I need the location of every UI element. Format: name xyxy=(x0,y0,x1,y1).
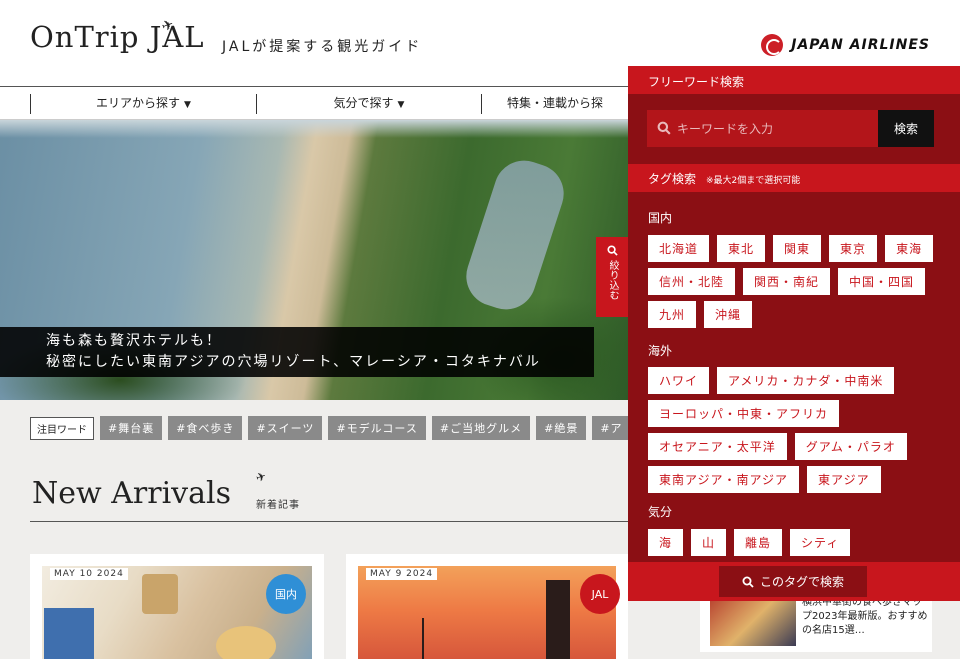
tag-chip[interactable]: 沖縄 xyxy=(704,301,753,328)
search-icon xyxy=(657,121,671,135)
panel-footer: このタグで検索 xyxy=(628,562,960,601)
tag-chip[interactable]: シティ xyxy=(790,529,851,556)
attention-tag[interactable]: #絶景 xyxy=(536,416,587,440)
lighthouse xyxy=(546,580,570,659)
product-bowl xyxy=(216,626,276,659)
hero-sky xyxy=(0,120,628,138)
nav-item-label: 特集・連載から探 xyxy=(506,96,603,110)
tag-chip[interactable]: ハワイ xyxy=(648,367,710,394)
new-arrivals-title: New Arrivals xyxy=(32,476,231,511)
hero-river xyxy=(458,152,572,318)
nav-item-feature[interactable]: 特集・連載から探 xyxy=(481,94,628,114)
tag-chip[interactable]: 離島 xyxy=(734,529,783,556)
freeword-search-row: 検索 xyxy=(647,110,934,147)
category-badge: 国内 xyxy=(266,574,306,614)
filter-side-tab-label: 絞り込む xyxy=(607,260,618,300)
tag-chip[interactable]: 東北 xyxy=(717,235,766,262)
freeword-title: フリーワード検索 xyxy=(628,66,960,94)
group-label-overseas: 海外 xyxy=(648,344,673,358)
tag-chip[interactable]: グアム・パラオ xyxy=(794,433,907,460)
tag-search-note: ※最大2個まで選択可能 xyxy=(706,176,801,186)
attention-tag[interactable]: #スイーツ xyxy=(248,416,323,440)
news-thumbnail xyxy=(710,596,796,646)
hero-caption[interactable]: 海も森も贅沢ホテルも！ 秘密にしたい東南アジアの穴場リゾート、マレーシア・コタキ… xyxy=(0,327,594,377)
tag-chip[interactable]: 東京 xyxy=(829,235,878,262)
search-button[interactable]: 検索 xyxy=(878,110,934,147)
tag-chip[interactable]: 東南アジア・南アジア xyxy=(648,466,800,493)
tag-search-submit-label: このタグで検索 xyxy=(759,575,844,589)
article-card[interactable]: MAY 10 2024 国内 xyxy=(30,554,324,659)
news-title: 横浜中華街の食べ歩きマップ2023年最新版。おすすめの名店15選… xyxy=(802,597,928,636)
tag-chip[interactable]: 関西・南紀 xyxy=(743,268,831,295)
tag-chip[interactable]: 関東 xyxy=(773,235,822,262)
antenna xyxy=(422,618,424,659)
airline-name: JAPAN AIRLINES xyxy=(791,37,930,53)
search-panel: フリーワード検索 検索 タグ検索 ※最大2個まで選択可能 国内 北海道 東北 関東… xyxy=(628,66,960,601)
search-icon xyxy=(606,245,618,256)
plane-icon: ✈ xyxy=(253,468,269,486)
nav-item-label: 気分で探す xyxy=(333,96,394,110)
tag-chip[interactable]: 信州・北陸 xyxy=(648,268,736,295)
category-badge: JAL xyxy=(580,574,620,614)
article-date: MAY 9 2024 xyxy=(366,568,438,580)
tag-search-header: タグ検索 ※最大2個まで選択可能 xyxy=(628,164,960,192)
search-icon xyxy=(742,576,754,588)
attention-tag[interactable]: #ご当地グルメ xyxy=(431,416,531,440)
article-date: MAY 10 2024 xyxy=(50,568,128,580)
tag-chip[interactable]: ヨーロッパ・中東・アフリカ xyxy=(648,400,840,427)
new-arrivals-subtitle: 新着記事 xyxy=(256,500,300,511)
tag-list-domestic: 北海道 東北 関東 東京 東海 信州・北陸 関西・南紀 中国・四国 九州 沖縄 xyxy=(648,235,948,328)
attention-tag[interactable]: #ア xyxy=(592,416,631,440)
logo-text[interactable]: OnTrip JAL xyxy=(30,20,205,54)
crane-icon xyxy=(761,34,784,56)
product-package xyxy=(44,608,94,659)
tag-chip[interactable]: オセアニア・太平洋 xyxy=(648,433,787,460)
hero-banner[interactable]: 海も森も贅沢ホテルも！ 秘密にしたい東南アジアの穴場リゾート、マレーシア・コタキ… xyxy=(0,120,628,400)
nav-item-area[interactable]: エリアから探す ▼ xyxy=(30,94,256,114)
product-jar xyxy=(142,574,178,614)
tag-chip[interactable]: 東アジア xyxy=(807,466,881,493)
keyword-input[interactable] xyxy=(647,110,878,147)
tag-list-overseas: ハワイ アメリカ・カナダ・中南米 ヨーロッパ・中東・アフリカ オセアニア・太平洋… xyxy=(648,367,948,493)
attention-words: 注目ワード #舞台裏 #食べ歩き #スイーツ #モデルコース #ご当地グルメ #… xyxy=(30,416,631,440)
tag-search-title: タグ検索 xyxy=(648,172,697,186)
group-label-mood: 気分 xyxy=(648,505,673,519)
site-logo[interactable]: OnTrip JAL ✈ xyxy=(30,16,205,54)
tag-chip[interactable]: アメリカ・カナダ・中南米 xyxy=(717,367,895,394)
jal-brand-logo[interactable]: JAPAN AIRLINES xyxy=(761,34,930,56)
tag-chip[interactable]: 北海道 xyxy=(648,235,710,262)
article-card[interactable]: MAY 9 2024 JAL xyxy=(346,554,628,659)
tag-chip[interactable]: 中国・四国 xyxy=(838,268,926,295)
tag-search-submit-button[interactable]: このタグで検索 xyxy=(719,566,867,597)
tag-chip[interactable]: 山 xyxy=(691,529,727,556)
attention-tag[interactable]: #食べ歩き xyxy=(168,416,243,440)
hero-caption-line1: 海も森も贅沢ホテルも！ xyxy=(46,333,222,349)
divider xyxy=(30,521,628,522)
tag-chip[interactable]: 九州 xyxy=(648,301,697,328)
group-label-domestic: 国内 xyxy=(648,211,673,225)
attention-tag[interactable]: #舞台裏 xyxy=(100,416,163,440)
hero-caption-line2: 秘密にしたい東南アジアの穴場リゾート、マレーシア・コタキナバル xyxy=(46,354,541,370)
caret-down-icon: ▼ xyxy=(397,100,405,110)
tag-list-mood: 海 山 離島 シティ xyxy=(648,529,948,556)
nav-item-mood[interactable]: 気分で探す ▼ xyxy=(256,94,481,114)
attention-tag[interactable]: #モデルコース xyxy=(328,416,426,440)
site-tagline: JALが提案する観光ガイド xyxy=(222,39,423,55)
nav-item-label: エリアから探す xyxy=(96,96,181,110)
filter-side-tab[interactable]: 絞り込む xyxy=(596,237,628,317)
caret-down-icon: ▼ xyxy=(184,100,191,110)
attention-label: 注目ワード xyxy=(30,416,94,440)
tag-chip[interactable]: 東海 xyxy=(885,235,934,262)
tag-chip[interactable]: 海 xyxy=(648,529,684,556)
